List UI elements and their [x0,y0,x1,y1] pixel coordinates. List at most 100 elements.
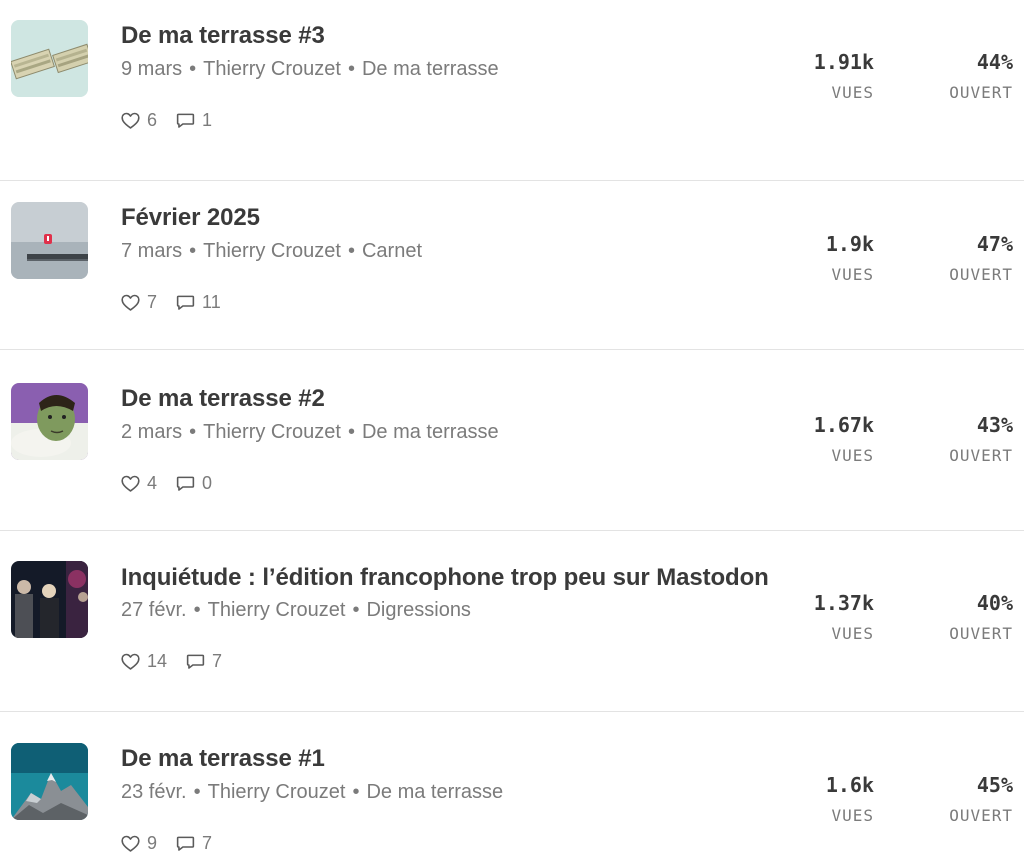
comment-button[interactable]: 11 [175,292,221,313]
post-row[interactable]: Février 2025 7 mars • Thierry Crouzet • Carn… [0,169,1024,350]
heart-icon [121,475,140,492]
comment-count: 7 [202,832,213,853]
banknotes-thumbnail[interactable] [11,20,88,97]
comment-button[interactable]: 7 [175,833,212,854]
post-author[interactable]: Thierry Crouzet [208,599,346,621]
views-count: 1.91k [813,50,874,74]
post-section[interactable]: Digressions [366,599,470,621]
open-rate-label: OUVERT [949,624,1013,643]
views-stat: 1.37k VUES [814,591,874,643]
post-author[interactable]: Thierry Crouzet [203,58,341,80]
post-meta: 9 mars • Thierry Crouzet • De ma terrasse [121,58,499,80]
like-count: 14 [147,650,168,671]
stage-people-image [11,561,88,638]
like-button[interactable]: 14 [120,651,167,672]
heart-icon [121,653,140,670]
post-actions: 4 0 [120,471,212,495]
views-label: VUES [831,624,874,643]
illustrated-face-image [11,383,88,460]
open-rate-label: OUVERT [949,83,1013,102]
mountain-peak-thumbnail[interactable] [11,743,88,820]
post-section[interactable]: De ma terrasse [362,421,499,443]
views-label: VUES [831,265,874,284]
post-actions: 9 7 [120,831,212,855]
open-rate-label: OUVERT [949,265,1013,284]
views-stat: 1.67k VUES [814,413,874,465]
post-author[interactable]: Thierry Crouzet [203,421,341,443]
comment-count: 1 [202,109,213,130]
post-actions: 14 7 [120,649,222,673]
post-row[interactable]: Inquiétude : l’édition francophone trop … [0,531,1024,712]
comment-bubble-icon [176,295,195,310]
views-stat: 1.6k VUES [826,773,874,825]
open-rate-label: OUVERT [949,446,1013,465]
post-title[interactable]: De ma terrasse #1 [121,745,325,773]
comment-count: 7 [212,650,223,671]
open-rate: 43% [976,413,1013,437]
heart-icon [121,112,140,129]
like-button[interactable]: 4 [120,473,157,494]
post-date: 27 févr. [121,599,187,621]
post-meta: 7 mars • Thierry Crouzet • Carnet [121,240,422,262]
post-section[interactable]: De ma terrasse [362,58,499,80]
post-section[interactable]: De ma terrasse [366,781,503,803]
like-count: 6 [147,109,158,130]
open-rate-label: OUVERT [949,806,1013,825]
post-title[interactable]: Inquiétude : l’édition francophone trop … [121,564,769,592]
open-rate-stat: 43% OUVERT [949,413,1013,465]
comment-count: 11 [202,291,221,312]
stage-people-thumbnail[interactable] [11,561,88,638]
post-author[interactable]: Thierry Crouzet [203,240,341,262]
like-count: 4 [147,472,158,493]
post-meta: 27 févr. • Thierry Crouzet • Digressions [121,599,471,621]
comment-bubble-icon [176,476,195,491]
heart-icon [121,835,140,852]
like-count: 7 [147,291,158,312]
post-meta: 23 févr. • Thierry Crouzet • De ma terrasse [121,781,504,803]
like-count: 9 [147,832,158,853]
post-author[interactable]: Thierry Crouzet [208,781,346,803]
views-label: VUES [831,806,874,825]
mountain-peak-image [11,743,88,820]
post-date: 7 mars [121,240,183,262]
comment-bubble-icon [176,836,195,851]
open-rate: 47% [976,232,1013,256]
post-title[interactable]: De ma terrasse #2 [121,385,325,413]
views-label: VUES [831,446,874,465]
heart-icon [121,294,140,311]
comment-count: 0 [202,472,213,493]
post-title[interactable]: Février 2025 [121,204,260,232]
views-label: VUES [831,83,874,102]
sea-pier-thumbnail[interactable] [11,202,88,279]
comment-button[interactable]: 0 [175,473,212,494]
like-button[interactable]: 9 [120,833,157,854]
like-button[interactable]: 7 [120,292,157,313]
views-count: 1.67k [813,413,874,437]
post-title[interactable]: De ma terrasse #3 [121,22,325,50]
views-stat: 1.9k VUES [826,232,874,284]
post-row[interactable]: De ma terrasse #2 2 mars • Thierry Crouzet… [0,350,1024,531]
open-rate-stat: 40% OUVERT [949,591,1013,643]
views-count: 1.9k [825,232,874,256]
views-count: 1.6k [825,773,874,797]
post-row[interactable]: De ma terrasse #3 9 mars • Thierry Crouzet… [0,0,1024,181]
post-date: 23 févr. [121,781,187,803]
views-stat: 1.91k VUES [814,50,874,102]
post-row[interactable]: De ma terrasse #1 23 févr. • Thierry Crouz… [0,710,1024,866]
post-date: 9 mars [121,58,183,80]
comment-bubble-icon [186,654,205,669]
comment-button[interactable]: 1 [175,110,212,131]
like-button[interactable]: 6 [120,110,157,131]
banknotes-image [11,20,88,97]
open-rate-stat: 45% OUVERT [949,773,1013,825]
open-rate-stat: 44% OUVERT [949,50,1013,102]
post-date: 2 mars [121,421,183,443]
open-rate: 44% [976,50,1013,74]
open-rate: 40% [976,591,1013,615]
comment-button[interactable]: 7 [185,651,222,672]
views-count: 1.37k [813,591,874,615]
illustrated-face-thumbnail[interactable] [11,383,88,460]
post-actions: 7 11 [120,290,221,314]
post-actions: 6 1 [120,108,212,132]
post-section[interactable]: Carnet [362,240,422,262]
